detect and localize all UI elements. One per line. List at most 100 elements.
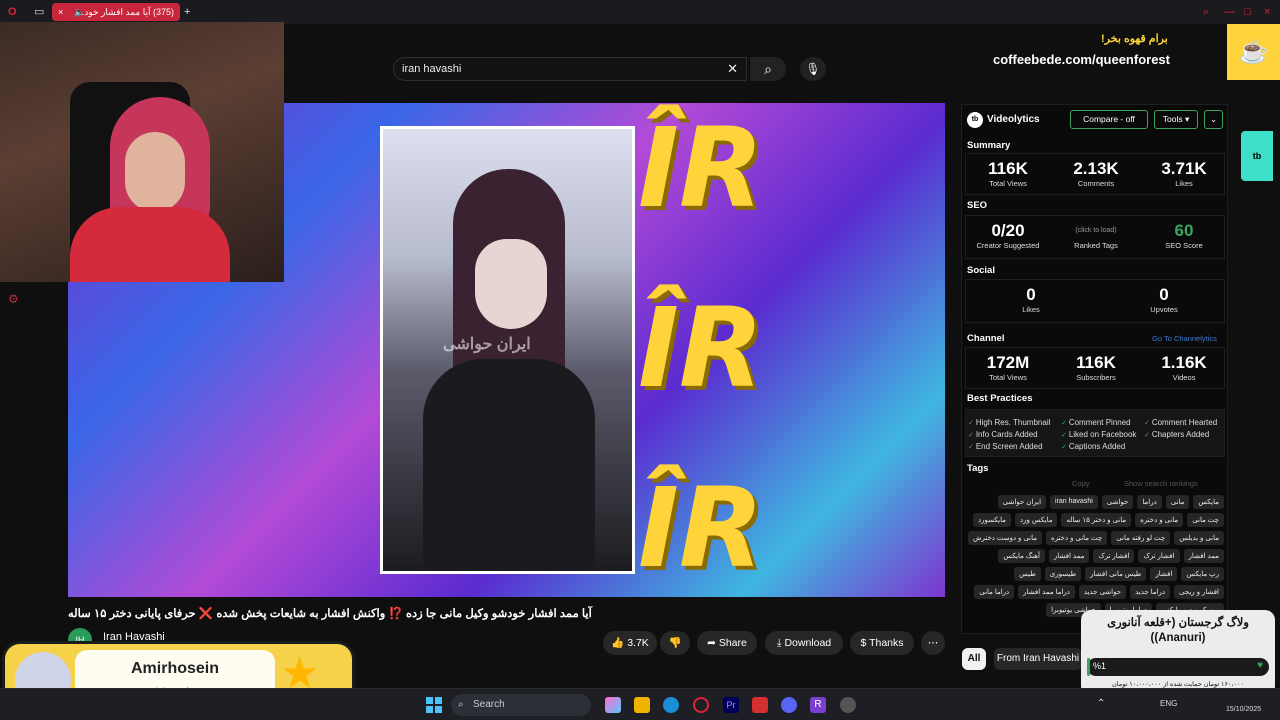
taskbar-search[interactable]: ⌕ Search	[451, 694, 591, 716]
tag-chip[interactable]: مانی و بدیلس	[1174, 531, 1224, 545]
best-practices-box: High Res. Thumbnail Comment Pinned Comme…	[965, 409, 1225, 457]
taskbar-date[interactable]: 15/10/2025	[1226, 706, 1261, 713]
copilot-icon[interactable]	[605, 697, 621, 713]
stat-label: Likes	[1175, 179, 1193, 188]
minimize-button[interactable]: —	[1224, 0, 1235, 24]
tag-chip[interactable]: ایران حواشی	[997, 495, 1047, 509]
voice-search-button[interactable]: 🎙	[800, 57, 826, 81]
goal-title: ولاگ گرجستان (+قلعه آنانوری (Ananuri))	[1107, 617, 1249, 644]
tab-close-icon[interactable]: ×	[58, 3, 63, 21]
tag-chip[interactable]: حواشی جدید	[1078, 585, 1127, 599]
tag-chip[interactable]: مانی	[1165, 495, 1190, 509]
dislike-button[interactable]: 👎	[660, 631, 690, 655]
channel-stat: 172M Total Views	[968, 353, 1048, 382]
search-tab-icon[interactable]: ⌕	[1203, 0, 1209, 24]
tag-chip[interactable]: دراما	[1137, 495, 1162, 509]
seo-stat: 60 SEO Score	[1144, 221, 1224, 250]
tag-chip[interactable]: آهنگ مایکس	[998, 549, 1045, 563]
filter-channel-chip[interactable]: From Iran Havashi	[994, 648, 1082, 670]
ranked-tags-load-link[interactable]: (click to load)	[1056, 221, 1136, 241]
new-tab-button[interactable]: +	[184, 0, 190, 24]
copy-tags-button[interactable]: Copy	[1072, 479, 1090, 488]
tag-chip[interactable]: دراما مانی	[974, 585, 1015, 599]
tag-chip[interactable]: افشار ترک	[1093, 549, 1135, 563]
tag-chip[interactable]: iran havashi	[1050, 495, 1098, 509]
summary-box: 116K Total Views 2.13K Comments 3.71K Likes	[965, 153, 1225, 195]
best-practice-item: High Res. Thumbnail	[968, 418, 1051, 427]
search-input[interactable]: iran havashi ✕	[393, 57, 747, 81]
tag-chip[interactable]: مانی و دختره	[1135, 513, 1184, 527]
summary-stat: 3.71K Likes	[1144, 159, 1224, 188]
windows-start-icon[interactable]	[426, 697, 442, 713]
more-actions-button[interactable]: ⋯	[921, 631, 945, 655]
chevron-down-icon[interactable]: ⌄	[1204, 110, 1223, 129]
app-icon[interactable]	[752, 697, 768, 713]
tag-chip[interactable]: مانی و دوست دخترش	[967, 531, 1043, 545]
tag-chip[interactable]: افشار ترک	[1138, 549, 1180, 563]
best-practice-item: Comment Pinned	[1061, 418, 1131, 427]
opera-logo-icon[interactable]: O	[8, 0, 17, 24]
share-button[interactable]: ➦ Share	[697, 631, 757, 655]
show-rankings-button[interactable]: Show search rankings	[1124, 479, 1198, 488]
share-icon: ➦	[707, 637, 716, 649]
channelytics-link[interactable]: Go To Channelytics	[1152, 334, 1217, 343]
speaker-icon[interactable]: 🔈	[74, 3, 85, 21]
goal-percent: %1	[1093, 661, 1107, 671]
stat-value: 0	[1159, 285, 1169, 304]
tag-chip[interactable]: مایکس	[1193, 495, 1224, 509]
tag-chip[interactable]: دراما ممد افشار	[1018, 585, 1075, 599]
summary-title: Summary	[967, 140, 1011, 151]
goal-progress-fill	[1087, 658, 1090, 676]
filter-all-chip[interactable]: All	[962, 648, 986, 670]
best-practice-item: Info Cards Added	[968, 430, 1038, 439]
tag-chip[interactable]: حواشی	[1101, 495, 1134, 509]
tag-chip[interactable]: طیس مانی افشار	[1085, 567, 1147, 581]
download-button[interactable]: ⤓ Download	[765, 631, 843, 655]
tag-chip[interactable]: چت لو رفته مانی	[1111, 531, 1171, 545]
file-explorer-icon[interactable]	[634, 697, 650, 713]
tag-chip[interactable]: افشار و ریجی	[1173, 585, 1224, 599]
tag-chip[interactable]: مایکس ورد	[1015, 513, 1058, 527]
tag-chip[interactable]: رپ مایکس	[1181, 567, 1224, 581]
close-window-button[interactable]: ×	[1264, 0, 1270, 24]
tab-menu-icon[interactable]: ▭	[34, 0, 44, 24]
gear-icon[interactable]: ⚙	[8, 292, 19, 306]
tag-chip[interactable]: ممد افشار	[1183, 549, 1224, 563]
clear-search-button[interactable]: ✕	[727, 58, 738, 80]
best-practice-item: Comment Hearted	[1144, 418, 1217, 427]
videolytics-side-button[interactable]: tb	[1241, 131, 1273, 181]
tag-chip[interactable]: چت مانی و دختره	[1046, 531, 1108, 545]
tag-chip[interactable]: طیسوری	[1044, 567, 1082, 581]
thanks-button[interactable]: $ Thanks	[850, 631, 914, 655]
summary-stat: 116K Total Views	[968, 159, 1048, 188]
maximize-button[interactable]: □	[1244, 0, 1251, 24]
tag-chip[interactable]: ممد افشار	[1048, 549, 1090, 563]
search-button[interactable]: ⌕	[750, 57, 786, 81]
compare-toggle[interactable]: Compare - off	[1070, 110, 1148, 129]
stat-value: 0/20	[991, 221, 1025, 240]
thumbs-down-icon: 👎	[668, 637, 682, 649]
tag-chip[interactable]: مانی و دختر ۱۵ ساله	[1061, 513, 1132, 527]
obs-icon[interactable]	[840, 697, 856, 713]
search-icon: ⌕	[764, 61, 772, 77]
chevron-up-icon[interactable]: ⌃	[1097, 698, 1105, 709]
tag-chip[interactable]: افشار	[1150, 567, 1178, 581]
r-app-icon[interactable]: R	[810, 697, 826, 713]
browser-tab-active[interactable]: × 🔈 (375) آیا ممد افشار خود...	[52, 3, 180, 21]
tag-chip[interactable]: دراما جدید	[1130, 585, 1170, 599]
best-practice-item: Liked on Facebook	[1061, 430, 1137, 439]
tools-dropdown[interactable]: Tools ▾	[1154, 110, 1198, 129]
discord-icon[interactable]	[781, 697, 797, 713]
tags-list: مایکس مانی دراما حواشی iran havashi ایران حوا…	[966, 495, 1224, 617]
premiere-icon[interactable]: Pr	[723, 697, 739, 713]
edge-icon[interactable]	[663, 697, 679, 713]
language-indicator[interactable]: ENG	[1160, 699, 1177, 708]
tag-chip[interactable]: طیس	[1014, 567, 1041, 581]
best-practices-title: Best Practices	[967, 393, 1033, 404]
like-button[interactable]: 👍 3.7K	[603, 631, 657, 655]
share-label: Share	[718, 637, 747, 649]
tag-chip[interactable]: چت مانی	[1187, 513, 1224, 527]
stat-label: SEO Score	[1165, 241, 1203, 250]
opera-icon[interactable]	[693, 697, 709, 713]
tag-chip[interactable]: مایکسورد	[972, 513, 1012, 527]
